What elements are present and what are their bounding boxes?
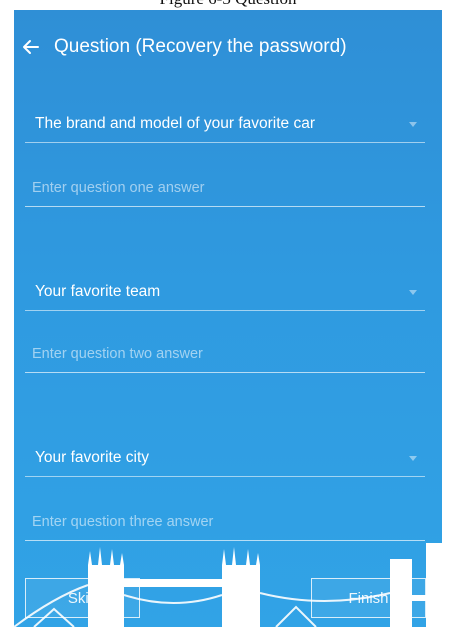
figure-caption-text: Figure 6-3 Question bbox=[160, 0, 297, 8]
dropdown-caret-icon bbox=[409, 121, 417, 127]
question-two-answer-field[interactable] bbox=[25, 336, 425, 373]
question-two-answer-input[interactable] bbox=[25, 336, 425, 372]
finish-button[interactable]: Finish bbox=[311, 578, 426, 618]
question-one-label: The brand and model of your favorite car bbox=[35, 115, 316, 132]
question-three-label: Your favorite city bbox=[35, 449, 150, 466]
page-title: Question (Recovery the password) bbox=[54, 36, 347, 57]
dropdown-caret-icon bbox=[409, 289, 417, 295]
app-screen: Question (Recovery the password) The bra… bbox=[14, 10, 442, 627]
question-one-select[interactable]: The brand and model of your favorite car bbox=[25, 106, 425, 143]
dropdown-caret-icon bbox=[409, 455, 417, 461]
back-button[interactable] bbox=[14, 32, 54, 62]
header: Question (Recovery the password) bbox=[14, 32, 442, 62]
question-one-answer-field[interactable] bbox=[25, 170, 425, 207]
question-two-select[interactable]: Your favorite team bbox=[25, 274, 425, 311]
back-arrow-icon bbox=[23, 40, 39, 54]
question-one-answer-input[interactable] bbox=[25, 170, 425, 206]
question-three-select[interactable]: Your favorite city bbox=[25, 440, 425, 477]
skip-button[interactable]: Skip bbox=[25, 578, 140, 618]
question-two-label: Your favorite team bbox=[35, 283, 161, 300]
figure-caption: Figure 6-3 Question bbox=[0, 0, 456, 10]
